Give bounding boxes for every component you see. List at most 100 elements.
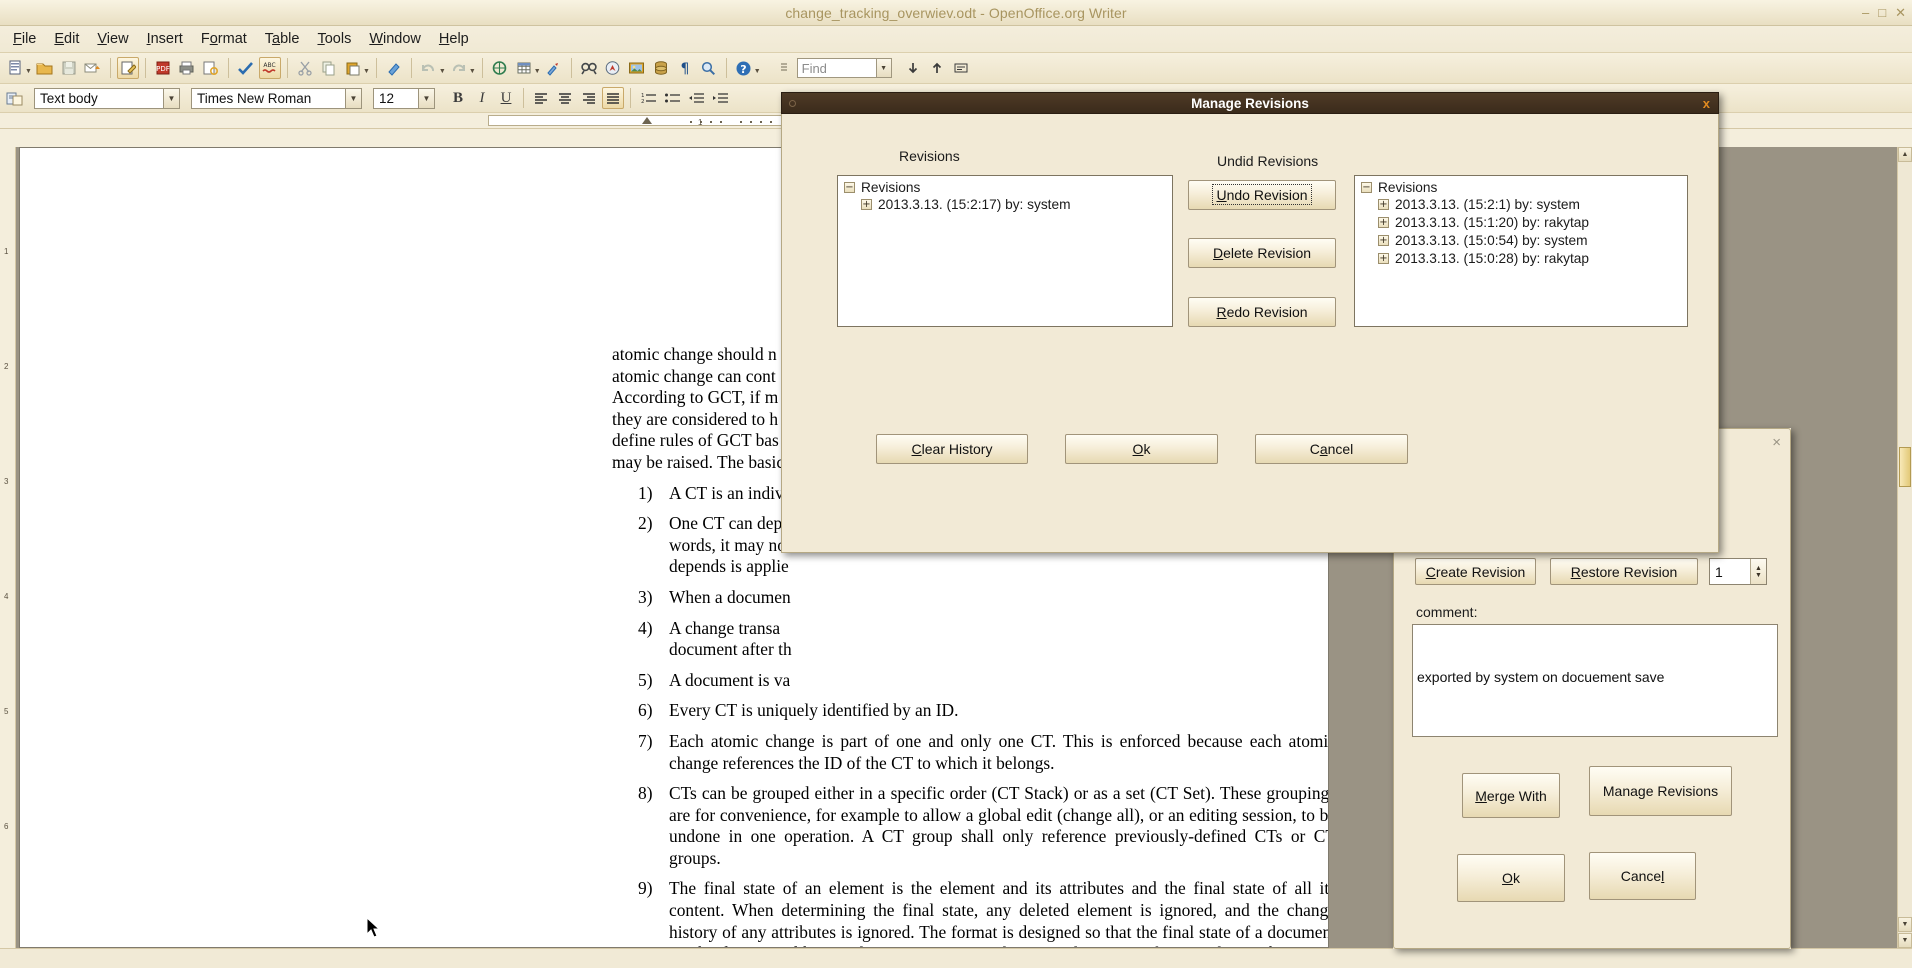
font-size-combo[interactable]: 12 ▼ bbox=[373, 87, 435, 109]
collapse-icon[interactable]: − bbox=[844, 182, 855, 193]
menu-edit[interactable]: Edit bbox=[45, 28, 88, 50]
collapse-icon[interactable]: − bbox=[1361, 182, 1372, 193]
redo-dropdown-icon[interactable]: ▼ bbox=[469, 68, 476, 75]
autospellcheck-icon[interactable]: ABC bbox=[258, 57, 281, 79]
zoom-icon[interactable] bbox=[698, 57, 720, 79]
paste-dropdown-icon[interactable]: ▼ bbox=[363, 68, 370, 75]
undo-revision-button[interactable]: Undo Revision bbox=[1188, 180, 1336, 210]
undo-dropdown-icon[interactable]: ▼ bbox=[439, 68, 446, 75]
help-icon[interactable]: ? bbox=[733, 57, 755, 79]
align-center-icon[interactable] bbox=[554, 87, 576, 109]
manage-revisions-button[interactable]: Manage Revisions bbox=[1589, 766, 1732, 816]
increase-indent-icon[interactable] bbox=[709, 87, 731, 109]
tree-root-row[interactable]: − Revisions bbox=[844, 180, 1172, 195]
tree-root-row[interactable]: − Revisions bbox=[1361, 180, 1687, 195]
dialog-close-icon[interactable]: x bbox=[1703, 96, 1710, 111]
data-sources-icon[interactable] bbox=[650, 57, 672, 79]
align-right-icon[interactable] bbox=[578, 87, 600, 109]
find-dropdown-icon[interactable]: ▼ bbox=[876, 58, 892, 78]
restore-revision-button[interactable]: Restore Revision bbox=[1550, 558, 1698, 585]
vertical-scrollbar[interactable]: ▲ ▼ ▼ bbox=[1897, 147, 1912, 948]
table-dropdown-icon[interactable]: ▼ bbox=[534, 68, 541, 75]
stepper-up-icon[interactable]: ▲ bbox=[1755, 565, 1762, 572]
hyperlink-icon[interactable] bbox=[489, 57, 511, 79]
edit-file-icon[interactable] bbox=[116, 57, 139, 79]
underline-icon[interactable]: U bbox=[495, 87, 517, 109]
revision-panel-cancel-button[interactable]: Cancel bbox=[1589, 852, 1696, 900]
clone-formatting-icon[interactable] bbox=[383, 57, 405, 79]
menu-insert[interactable]: Insert bbox=[138, 28, 192, 50]
font-name-dropdown-icon[interactable]: ▼ bbox=[346, 87, 362, 109]
revision-panel-ok-button[interactable]: Ok bbox=[1457, 854, 1565, 902]
paragraph-style-combo[interactable]: Text body ▼ bbox=[34, 87, 180, 109]
email-icon[interactable] bbox=[82, 57, 104, 79]
find-toolbar-grip[interactable] bbox=[773, 57, 795, 79]
navigator-icon[interactable] bbox=[602, 57, 624, 79]
find-next-icon[interactable] bbox=[902, 57, 924, 79]
justified-icon[interactable] bbox=[602, 87, 624, 109]
decrease-indent-icon[interactable] bbox=[685, 87, 707, 109]
find-field-group[interactable]: Find ▼ bbox=[796, 58, 892, 78]
create-revision-button[interactable]: Create Revision bbox=[1415, 558, 1536, 585]
table-icon[interactable] bbox=[513, 57, 535, 79]
copy-icon[interactable] bbox=[318, 57, 340, 79]
open-file-icon[interactable] bbox=[34, 57, 56, 79]
stepper-down-icon[interactable]: ▼ bbox=[1755, 572, 1762, 579]
revision-panel-close-icon[interactable]: × bbox=[1772, 434, 1781, 451]
clear-history-button[interactable]: Clear History bbox=[876, 434, 1028, 464]
show-draw-functions-icon[interactable] bbox=[543, 57, 565, 79]
find-replace-icon[interactable] bbox=[578, 57, 600, 79]
expand-icon[interactable]: + bbox=[1378, 199, 1389, 210]
ordered-list-icon[interactable]: 12 bbox=[637, 87, 659, 109]
expand-icon[interactable]: + bbox=[1378, 235, 1389, 246]
cut-icon[interactable] bbox=[294, 57, 316, 79]
italic-icon[interactable]: I bbox=[471, 87, 493, 109]
menu-window[interactable]: Window bbox=[360, 28, 430, 50]
find-all-icon[interactable] bbox=[950, 57, 972, 79]
scroll-down-icon[interactable]: ▼ bbox=[1898, 917, 1912, 932]
unordered-list-icon[interactable] bbox=[661, 87, 683, 109]
menu-help[interactable]: Help bbox=[430, 28, 478, 50]
minimize-icon[interactable]: – bbox=[1862, 5, 1869, 20]
menu-format[interactable]: Format bbox=[192, 28, 256, 50]
scroll-up-icon[interactable]: ▲ bbox=[1898, 147, 1912, 162]
toolbar-overflow-icon[interactable]: ▼ bbox=[754, 68, 761, 75]
tree-item-row[interactable]: + 2013.3.13. (15:0:54) by: system bbox=[1361, 233, 1687, 248]
export-pdf-icon[interactable]: PDF bbox=[152, 57, 174, 79]
expand-icon[interactable]: + bbox=[1378, 217, 1389, 228]
merge-with-button[interactable]: Merge With bbox=[1462, 773, 1560, 818]
undo-icon[interactable] bbox=[418, 57, 440, 79]
menu-tools[interactable]: Tools bbox=[308, 28, 360, 50]
new-document-dropdown-icon[interactable]: ▼ bbox=[25, 68, 32, 75]
menu-file[interactable]: File bbox=[4, 28, 45, 50]
print-icon[interactable] bbox=[176, 57, 198, 79]
font-name-combo[interactable]: Times New Roman ▼ bbox=[191, 87, 362, 109]
paragraph-style-value[interactable]: Text body bbox=[34, 87, 164, 109]
revisions-tree[interactable]: − Revisions + 2013.3.13. (15:2:17) by: s… bbox=[837, 175, 1173, 327]
ruler-indent-marker[interactable] bbox=[642, 117, 652, 124]
redo-icon[interactable] bbox=[448, 57, 470, 79]
paste-icon[interactable] bbox=[342, 57, 364, 79]
comment-textarea[interactable]: exported by system on docuement save bbox=[1412, 624, 1778, 737]
menu-table[interactable]: Table bbox=[256, 28, 309, 50]
revision-number-stepper[interactable]: 1 ▲ ▼ bbox=[1709, 558, 1767, 585]
delete-revision-button[interactable]: Delete Revision bbox=[1188, 238, 1336, 268]
undid-revisions-tree[interactable]: − Revisions + 2013.3.13. (15:2:1) by: sy… bbox=[1354, 175, 1688, 327]
tree-item-row[interactable]: + 2013.3.13. (15:2:1) by: system bbox=[1361, 197, 1687, 212]
manage-revisions-dialog[interactable]: Manage Revisions x Revisions Undid Revis… bbox=[781, 92, 1719, 553]
spellcheck-icon[interactable] bbox=[235, 57, 257, 79]
scroll-page-down-icon[interactable]: ▼ bbox=[1898, 933, 1912, 948]
bold-icon[interactable]: B bbox=[447, 87, 469, 109]
find-input[interactable]: Find bbox=[796, 58, 877, 78]
new-document-icon[interactable] bbox=[4, 57, 26, 79]
font-size-dropdown-icon[interactable]: ▼ bbox=[419, 87, 435, 109]
expand-icon[interactable]: + bbox=[1378, 253, 1389, 264]
menu-view[interactable]: View bbox=[88, 28, 137, 50]
gallery-icon[interactable] bbox=[626, 57, 648, 79]
font-size-value[interactable]: 12 bbox=[373, 87, 419, 109]
tree-item-row[interactable]: + 2013.3.13. (15:1:20) by: rakytap bbox=[1361, 215, 1687, 230]
redo-revision-button[interactable]: Redo Revision bbox=[1188, 297, 1336, 327]
find-previous-icon[interactable] bbox=[926, 57, 948, 79]
save-icon[interactable] bbox=[58, 57, 80, 79]
close-icon[interactable]: ✕ bbox=[1895, 5, 1906, 21]
